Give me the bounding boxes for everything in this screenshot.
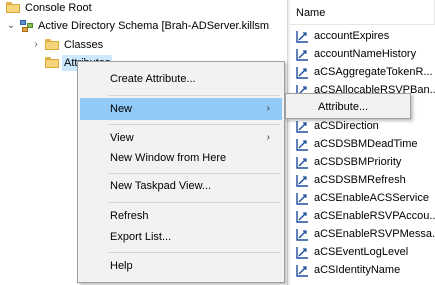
- menu-item-refresh[interactable]: Refresh: [80, 205, 282, 227]
- list-item-label: aCSEventLogLevel: [314, 246, 409, 258]
- list-item[interactable]: aCSEnableRSVPMessa...: [290, 226, 435, 243]
- list-item[interactable]: aCSEnableRSVPAccou...: [290, 208, 435, 225]
- folder-icon: [45, 57, 59, 68]
- attribute-list: Name accountExpires accountNameHistory aCS…: [290, 0, 435, 285]
- tree-item-console-root[interactable]: Console Root: [0, 0, 287, 16]
- list-item-label: aCSDSBMPriority: [314, 156, 402, 168]
- context-menu: Create Attribute... New › View › New Win…: [77, 61, 285, 283]
- menu-item-label: New Taskpad View...: [110, 180, 212, 192]
- list-item-label: aCSEnableACSService: [314, 192, 429, 204]
- list-item[interactable]: aCSEnableACSService: [290, 190, 435, 207]
- chevron-down-icon[interactable]: ⌄: [6, 18, 16, 34]
- attribute-icon: [296, 156, 309, 169]
- list-header: Name: [290, 0, 435, 25]
- folder-icon: [6, 2, 20, 13]
- list-item[interactable]: accountNameHistory: [290, 46, 435, 63]
- list-item-label: aCSDirection: [314, 120, 379, 132]
- new-submenu: Attribute...: [285, 93, 411, 119]
- list-item-label: aCSDSBMDeadTime: [314, 138, 418, 150]
- tree-item-label: Console Root: [25, 2, 92, 14]
- list-item[interactable]: accountExpires: [290, 28, 435, 45]
- menu-separator: [108, 95, 280, 96]
- attribute-icon: [296, 66, 309, 79]
- list-item-label: accountNameHistory: [314, 48, 417, 60]
- menu-item-label: View: [110, 132, 134, 144]
- list-item-label: aCSDSBMRefresh: [314, 174, 406, 186]
- list-item[interactable]: aCSAggregateTokenR...: [290, 64, 435, 81]
- attribute-icon: [296, 246, 309, 259]
- column-header-name[interactable]: Name: [296, 6, 325, 20]
- menu-item-create-attribute[interactable]: Create Attribute...: [80, 68, 282, 90]
- menu-item-export-list[interactable]: Export List...: [80, 226, 282, 248]
- menu-separator: [108, 124, 280, 125]
- list-item[interactable]: aCSDirection: [290, 118, 435, 135]
- menu-item-label: Create Attribute...: [110, 73, 196, 85]
- chevron-right-icon[interactable]: ›: [31, 37, 41, 53]
- schema-icon: [20, 20, 33, 32]
- attribute-icon: [296, 264, 309, 277]
- menu-separator: [108, 202, 280, 203]
- attribute-icon: [296, 210, 309, 223]
- menu-separator: [108, 252, 280, 253]
- menu-item-label: Help: [110, 260, 133, 272]
- menu-item-label: New Window from Here: [110, 152, 227, 164]
- list-item-label: aCSIdentityName: [314, 264, 401, 276]
- list-item-label: aCSEnableRSVPMessa...: [314, 228, 435, 240]
- list-item[interactable]: aCSDSBMPriority: [290, 154, 435, 171]
- list-item[interactable]: aCSDSBMDeadTime: [290, 136, 435, 153]
- submenu-item-attribute[interactable]: Attribute...: [288, 96, 408, 118]
- menu-item-label: New: [110, 103, 133, 115]
- folder-icon: [45, 39, 59, 50]
- attribute-icon: [296, 192, 309, 205]
- list-item-label: accountExpires: [314, 30, 390, 42]
- attribute-icon: [296, 174, 309, 187]
- tree-item-label: Classes: [64, 39, 104, 51]
- tree-item-classes[interactable]: › Classes: [0, 37, 287, 53]
- attribute-icon: [296, 120, 309, 133]
- menu-item-view[interactable]: View ›: [80, 127, 282, 149]
- attribute-icon: [296, 228, 309, 241]
- tree-item-label: Active Directory Schema [Brah-ADServer.k…: [38, 20, 270, 32]
- list-item[interactable]: aCSEventLogLevel: [290, 244, 435, 261]
- menu-item-label: Refresh: [110, 210, 149, 222]
- tree-item-schema[interactable]: ⌄ Active Directory Schema [Brah-ADServer…: [0, 18, 287, 34]
- list-item[interactable]: aCSIdentityName: [290, 262, 435, 279]
- list-item-label: aCSAggregateTokenR...: [314, 66, 433, 78]
- menu-item-new-taskpad[interactable]: New Taskpad View...: [80, 175, 282, 197]
- attribute-icon: [296, 30, 309, 43]
- menu-separator: [108, 173, 280, 174]
- menu-item-label: Export List...: [110, 231, 172, 243]
- list-item[interactable]: aCSDSBMRefresh: [290, 172, 435, 189]
- menu-item-new[interactable]: New ›: [80, 98, 282, 120]
- attribute-icon: [296, 138, 309, 151]
- menu-item-new-window[interactable]: New Window from Here: [80, 147, 282, 169]
- chevron-right-icon: ›: [266, 132, 270, 143]
- chevron-right-icon: ›: [266, 103, 270, 114]
- menu-item-help[interactable]: Help: [80, 255, 282, 277]
- attribute-icon: [296, 48, 309, 61]
- menu-item-label: Attribute...: [318, 101, 369, 113]
- list-item-label: aCSEnableRSVPAccou...: [314, 210, 435, 222]
